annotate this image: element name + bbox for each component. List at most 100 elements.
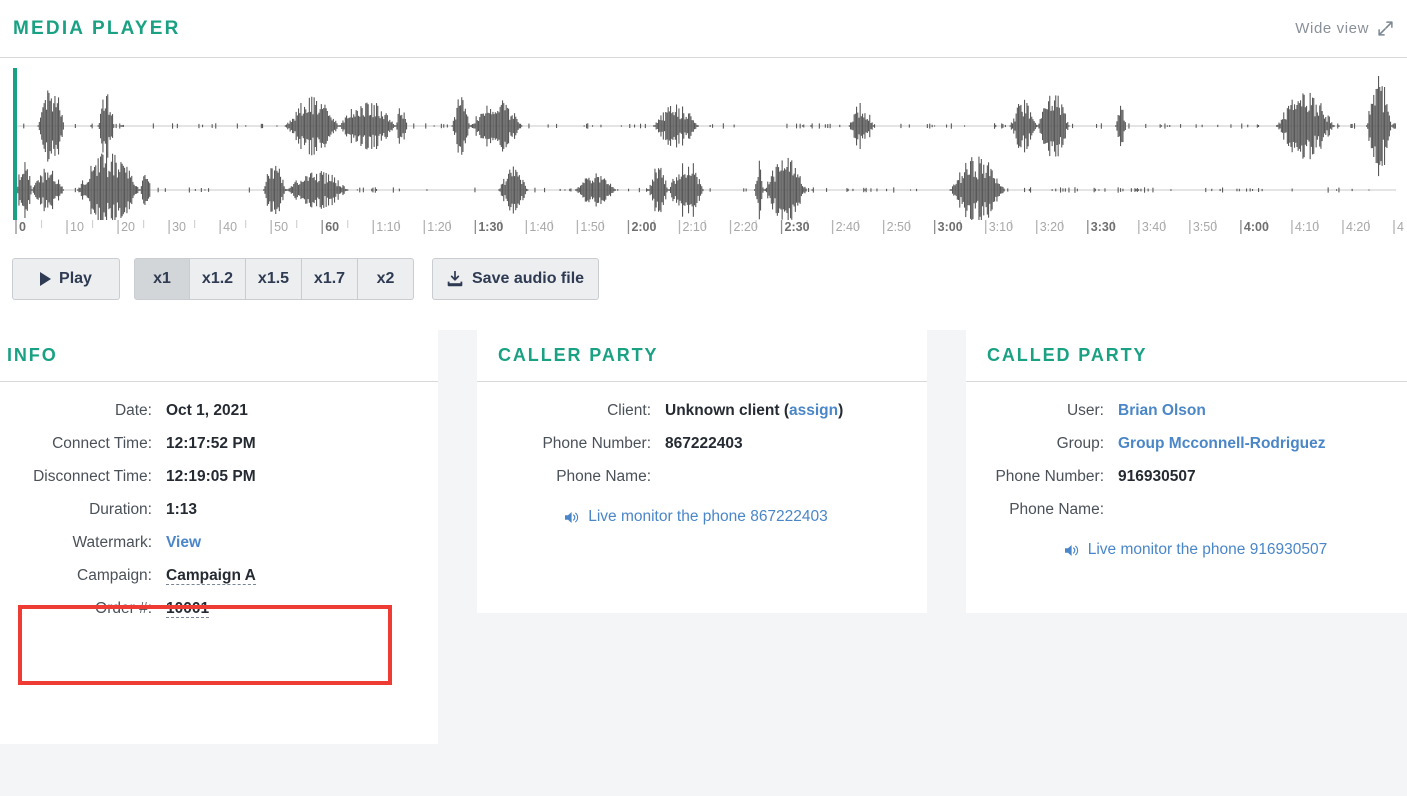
timeline-label: 2:20 <box>733 220 758 234</box>
editable-field[interactable]: Campaign A <box>166 567 256 585</box>
info-row: Disconnect Time: 12:19:05 PM <box>0 468 438 486</box>
timeline-label: 2:40 <box>835 220 860 234</box>
called-phone-number-value: 916930507 <box>1118 468 1196 485</box>
timeline-label: 3:20 <box>1039 220 1065 234</box>
called-user-label: User: <box>1066 402 1104 419</box>
wide-view-label: Wide view <box>1295 20 1369 37</box>
timeline-label: 2:30 <box>784 220 810 234</box>
speaker-icon <box>565 511 579 523</box>
timeline-label: 3:30 <box>1090 220 1116 234</box>
playback-speed-group: x1 x1.2 x1.5 x1.7 x2 <box>134 258 414 300</box>
called-phone-name-row: Phone Name: <box>966 501 1407 519</box>
play-triangle-icon <box>40 272 52 286</box>
timeline-label: 30 <box>172 220 187 234</box>
timeline-label: 10 <box>70 220 84 234</box>
called-group-value: Group Mcconnell-Rodriguez <box>1118 435 1326 453</box>
timeline-label: 1:10 <box>376 220 401 234</box>
info-row-value[interactable]: 10001 <box>166 600 210 618</box>
speed-button-x1.5[interactable]: x1.5 <box>246 258 302 300</box>
wide-view-toggle[interactable]: Wide view <box>1295 20 1393 37</box>
called-party-title: CALLED PARTY <box>987 345 1148 365</box>
called-user-link[interactable]: Brian Olson <box>1118 402 1206 419</box>
info-row-value[interactable]: View <box>166 534 201 552</box>
info-row-value: 12:19:05 PM <box>166 468 256 485</box>
info-row: Watermark: View <box>0 534 438 552</box>
timeline-label: 2:50 <box>886 220 911 234</box>
info-row-label: Duration: <box>89 501 152 518</box>
info-row: Order #: 10001 <box>0 600 438 618</box>
info-row-value[interactable]: Campaign A <box>166 567 256 585</box>
download-icon <box>447 271 463 287</box>
timeline-label: 4 <box>1397 220 1404 234</box>
audio-waveform[interactable] <box>8 68 1399 220</box>
info-panel-title: INFO <box>7 345 58 365</box>
called-live-monitor-label[interactable]: Live monitor the phone 916930507 <box>1088 541 1328 559</box>
caller-phone-name-row: Phone Name: <box>477 468 927 486</box>
info-rows: Date: Oct 1, 2021 Connect Time: 12:17:52 PM… <box>0 382 438 618</box>
timeline-label: 2:00 <box>631 220 657 234</box>
timeline-label: 0 <box>19 220 26 234</box>
play-button[interactable]: Play <box>12 258 120 300</box>
caller-phone-number-label: Phone Number: <box>542 435 651 452</box>
info-row: Date: Oct 1, 2021 <box>0 402 438 420</box>
called-group-label: Group: <box>1056 435 1104 452</box>
caller-client-label: Client: <box>607 402 651 419</box>
info-row-value: 1:13 <box>166 501 198 518</box>
timeline-label: 3:00 <box>937 220 963 234</box>
caller-phone-number-row: Phone Number: 867222403 <box>477 435 927 453</box>
called-group-link[interactable]: Group Mcconnell-Rodriguez <box>1118 435 1326 452</box>
timeline-label: 50 <box>274 220 289 234</box>
timeline-label: 60 <box>325 220 340 234</box>
called-phone-name-label: Phone Name: <box>1009 501 1104 518</box>
timeline-labels: 0 10 20 30 40 50 60 1:10 1:20 1:30 1:40 1:50 2:00 2:1… <box>8 210 1404 238</box>
info-row-label: Disconnect Time: <box>33 468 152 485</box>
expand-arrows-icon <box>1378 21 1393 36</box>
caller-party-header: CALLER PARTY <box>477 330 927 382</box>
media-player-header: MEDIA PLAYER Wide view <box>0 0 1407 58</box>
play-button-label: Play <box>59 270 92 287</box>
speed-button-x2[interactable]: x2 <box>358 258 414 300</box>
speed-button-x1.2[interactable]: x1.2 <box>190 258 246 300</box>
called-live-monitor-link[interactable]: Live monitor the phone 916930507 <box>966 541 1407 559</box>
info-row: Duration: 1:13 <box>0 501 438 519</box>
assign-client-link[interactable]: assign <box>789 402 838 419</box>
playhead-cursor <box>13 68 17 220</box>
save-audio-file-label: Save audio file <box>472 270 585 287</box>
timeline-label: 3:50 <box>1192 220 1218 234</box>
info-row-label: Date: <box>114 402 152 419</box>
timeline-label: 4:10 <box>1294 220 1320 234</box>
waveform-area[interactable]: 0 10 20 30 40 50 60 1:10 1:20 1:30 1:40 1:50 2:00 2:1… <box>0 58 1407 240</box>
called-group-row: Group: Group Mcconnell-Rodriguez <box>966 435 1407 453</box>
info-row-value: 12:17:52 PM <box>166 435 256 452</box>
timeline-label: 3:40 <box>1141 220 1167 234</box>
caller-live-monitor-label[interactable]: Live monitor the phone 867222403 <box>588 508 828 526</box>
editable-field[interactable]: 10001 <box>166 600 210 618</box>
called-user-value: Brian Olson <box>1118 402 1206 420</box>
called-party-header: CALLED PARTY <box>966 330 1407 382</box>
caller-client-text: Unknown client ( <box>665 402 789 419</box>
speed-button-x1[interactable]: x1 <box>134 258 190 300</box>
called-phone-number-label: Phone Number: <box>995 468 1104 485</box>
timeline-label: 20 <box>121 220 135 234</box>
watermark-view-link[interactable]: View <box>166 534 201 551</box>
called-user-row: User: Brian Olson <box>966 402 1407 420</box>
caller-live-monitor-link[interactable]: Live monitor the phone 867222403 <box>477 508 927 526</box>
info-row-label: Campaign: <box>77 567 152 584</box>
page-title: MEDIA PLAYER <box>13 17 181 39</box>
media-player-card: MEDIA PLAYER Wide view 0 10 20 30 40 50 60 1:10… <box>0 0 1407 330</box>
timeline-label: 1:20 <box>427 220 452 234</box>
timeline-label: 1:40 <box>529 220 554 234</box>
caller-party-panel: CALLER PARTY Client: Unknown client (ass… <box>477 330 927 613</box>
info-row-label: Watermark: <box>72 534 152 551</box>
save-audio-file-button[interactable]: Save audio file <box>432 258 600 300</box>
called-phone-number-row: Phone Number: 916930507 <box>966 468 1407 486</box>
info-panel: INFO Date: Oct 1, 2021 Connect Time: 12:17:… <box>0 330 438 744</box>
speaker-icon <box>1064 544 1078 556</box>
info-row-label: Order #: <box>95 600 152 617</box>
timeline-label: 2:10 <box>682 220 707 234</box>
timeline-label: 1:30 <box>478 220 504 234</box>
speed-button-x1.7[interactable]: x1.7 <box>302 258 358 300</box>
called-party-panel: CALLED PARTY User: Brian Olson Group: Gr… <box>966 330 1407 613</box>
details-panels: INFO Date: Oct 1, 2021 Connect Time: 12:17:… <box>0 330 1407 744</box>
playback-controls: Play x1 x1.2 x1.5 x1.7 x2 Save audio file <box>0 240 1407 330</box>
